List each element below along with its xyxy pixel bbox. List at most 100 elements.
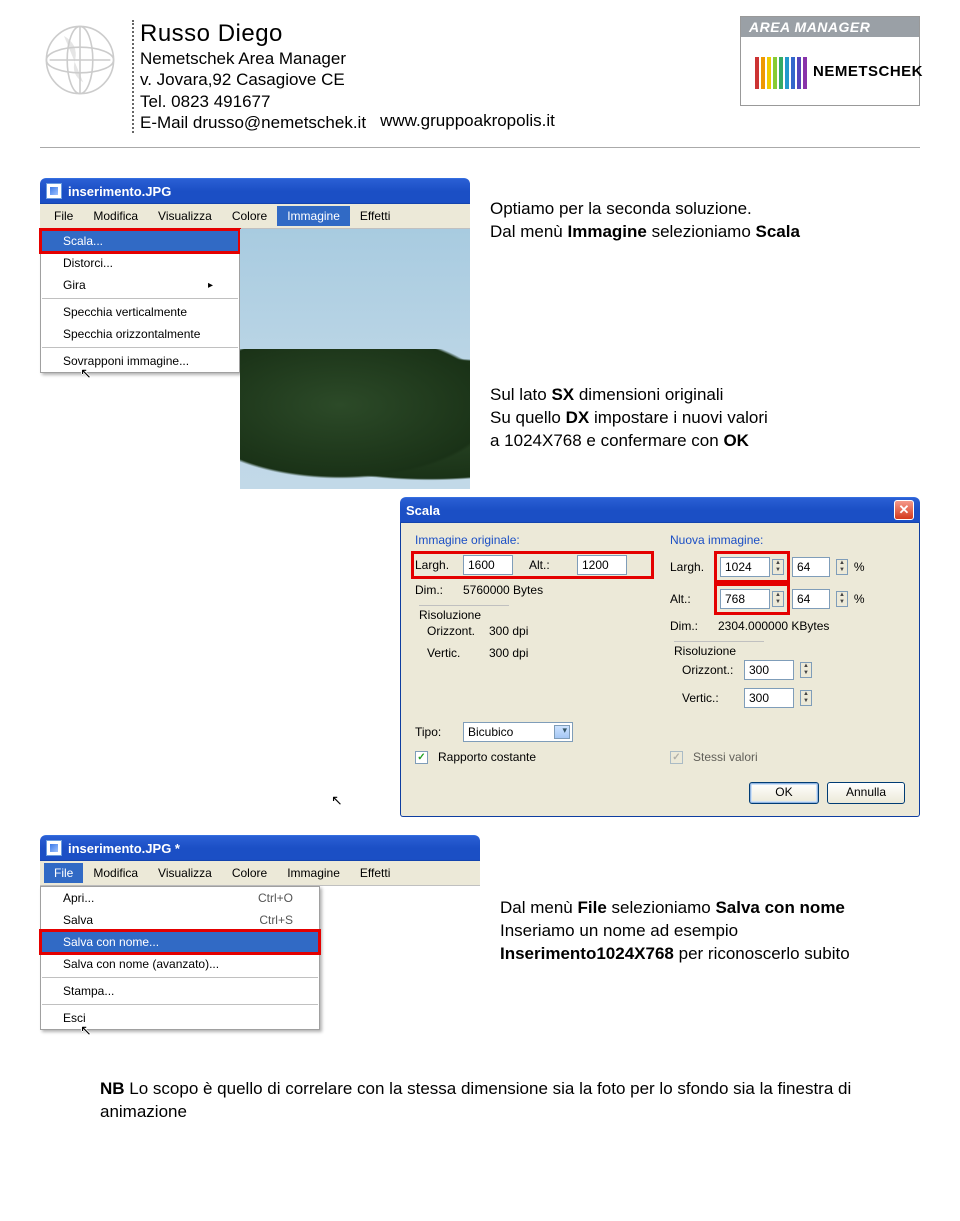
menubar-item[interactable]: Immagine <box>277 206 350 226</box>
close-icon[interactable]: ✕ <box>894 500 914 520</box>
contact-role: Nemetschek Area Manager <box>140 48 366 69</box>
menu-separator <box>42 977 318 978</box>
menubar-item[interactable]: Immagine <box>277 863 350 883</box>
spinner-icon[interactable]: ▲▼ <box>772 559 784 575</box>
menu-item[interactable]: Specchia orizzontalmente <box>41 323 239 345</box>
screenshot-scala-dialog: Scala ✕ Immagine originale: Largh. 1600 … <box>400 497 920 817</box>
menu-item-label: Salva con nome... <box>63 935 159 949</box>
menu-item[interactable]: Salva Ctrl+S <box>41 909 319 931</box>
new-hres-field[interactable]: 300 <box>744 660 794 680</box>
type-select[interactable]: Bicubico <box>463 722 573 742</box>
instruction-line: Su quello DX impostare i nuovi valori <box>490 407 800 430</box>
instruction-line: Dal menù Immagine selezioniamo Scala <box>490 221 800 244</box>
globe-icon <box>40 20 120 100</box>
menu-item-shortcut: Ctrl+S <box>259 913 293 927</box>
brand-logo: AREA MANAGER NEMETSCHEK <box>740 16 920 106</box>
resolution-label: Risoluzione <box>419 605 509 622</box>
menu-item-label: Apri... <box>63 891 94 905</box>
menu-item-label: Salva con nome (avanzato)... <box>63 957 219 971</box>
page-header: Russo Diego Nemetschek Area Manager v. J… <box>0 0 960 143</box>
menubar-item[interactable]: Modifica <box>83 863 148 883</box>
contact-info: Russo Diego Nemetschek Area Manager v. J… <box>132 20 366 133</box>
menu-item-label: Scala... <box>63 234 103 248</box>
new-width-field[interactable]: 1024 <box>720 557 770 577</box>
menubar-item[interactable]: File <box>44 206 83 226</box>
new-height-field[interactable]: 768 <box>720 589 770 609</box>
window-title: inserimento.JPG <box>68 184 464 199</box>
cursor-icon: ↖ <box>331 792 343 809</box>
instruction-3: Dal menù File selezioniamo Salva con nom… <box>500 827 850 966</box>
new-bytes: 2304.000000 KBytes <box>718 619 829 633</box>
menu-item-label: Sovrapponi immagine... <box>63 354 189 368</box>
menu-item-label: Gira <box>63 278 86 292</box>
logo-tag: AREA MANAGER <box>741 17 919 37</box>
instruction-line: Optiamo per la seconda soluzione. <box>490 198 800 221</box>
footnote: NB Lo scopo è quello di correlare con la… <box>0 1038 960 1164</box>
menu-item[interactable]: Apri... Ctrl+O <box>41 887 319 909</box>
spinner-icon[interactable]: ▲▼ <box>800 662 812 678</box>
cancel-button[interactable]: Annulla <box>827 782 905 804</box>
original-dimensions-row: Largh. 1600 Alt.: 1200 <box>415 555 650 575</box>
menu-item[interactable]: Scala... <box>41 230 239 252</box>
menubar-item[interactable]: Visualizza <box>148 863 222 883</box>
group-label: Immagine originale: <box>415 533 650 547</box>
same-values-label: Stessi valori <box>693 750 758 764</box>
screenshot-file-menu: inserimento.JPG * FileModificaVisualizza… <box>40 835 480 1030</box>
menu-item-label: Specchia verticalmente <box>63 305 187 319</box>
dialog-titlebar: Scala ✕ <box>400 497 920 523</box>
menu-item[interactable]: Distorci... <box>41 252 239 274</box>
ratio-checkbox[interactable]: ✓ <box>415 751 428 764</box>
dialog-title: Scala <box>406 503 894 518</box>
menu-item[interactable]: Salva con nome... <box>41 931 319 953</box>
new-image-group: Nuova immagine: Largh. 1024 ▲▼ 64 ▲▼ % A… <box>670 533 905 716</box>
new-width-pct-field[interactable]: 64 <box>792 557 830 577</box>
ratio-label: Rapporto costante <box>438 750 536 764</box>
spinner-icon[interactable]: ▲▼ <box>836 591 848 607</box>
window-titlebar: inserimento.JPG <box>40 178 470 204</box>
menubar-item[interactable]: Modifica <box>83 206 148 226</box>
menu-item-label: Specchia orizzontalmente <box>63 327 200 341</box>
menu-separator <box>42 1004 318 1005</box>
logo-bars-icon <box>755 53 807 89</box>
new-vres-field[interactable]: 300 <box>744 688 794 708</box>
new-height-pct-field[interactable]: 64 <box>792 589 830 609</box>
menubar: FileModificaVisualizzaColoreImmagineEffe… <box>40 861 480 886</box>
photo-preview <box>240 229 470 489</box>
menu-item[interactable]: Sovrapponi immagine... <box>41 350 239 372</box>
original-width-field[interactable]: 1600 <box>463 555 513 575</box>
spinner-icon[interactable]: ▲▼ <box>836 559 848 575</box>
instruction-line: Inseriamo un nome ad esempio <box>500 920 850 943</box>
group-label: Nuova immagine: <box>670 533 905 547</box>
menubar-item[interactable]: Colore <box>222 206 277 226</box>
menubar-item[interactable]: Effetti <box>350 863 400 883</box>
menubar-item[interactable]: File <box>44 863 83 883</box>
ok-button[interactable]: OK <box>749 782 819 804</box>
menubar: FileModificaVisualizzaColoreImmagineEffe… <box>40 204 470 229</box>
menu-item[interactable]: Salva con nome (avanzato)... <box>41 953 319 975</box>
menu-item-label: Stampa... <box>63 984 114 998</box>
contact-tel: Tel. 0823 491677 <box>140 91 366 112</box>
menu-item[interactable]: Specchia verticalmente <box>41 301 239 323</box>
spinner-icon[interactable]: ▲▼ <box>772 591 784 607</box>
dropdown-file: Apri... Ctrl+O Salva Ctrl+S Salva con nome..… <box>40 886 320 1030</box>
original-height-field[interactable]: 1200 <box>577 555 627 575</box>
spinner-icon[interactable]: ▲▼ <box>800 690 812 706</box>
menu-item[interactable]: Stampa... <box>41 980 319 1002</box>
contact-address: v. Jovara,92 Casagiove CE <box>140 69 366 90</box>
original-vres: 300 dpi <box>489 646 528 660</box>
menu-item[interactable]: Gira <box>41 274 239 296</box>
contact-email: E-Mail drusso@nemetschek.it <box>140 112 366 133</box>
menubar-item[interactable]: Colore <box>222 863 277 883</box>
menubar-item[interactable]: Visualizza <box>148 206 222 226</box>
dropdown-immagine: Scala... Distorci... Gira Specchia vertical… <box>40 229 240 373</box>
instruction-1: Optiamo per la seconda soluzione. Dal me… <box>490 178 800 453</box>
menu-item-label: Distorci... <box>63 256 113 270</box>
header-divider <box>40 147 920 148</box>
original-bytes: 5760000 Bytes <box>463 583 543 597</box>
menu-item-label: Salva <box>63 913 93 927</box>
menu-separator <box>42 298 238 299</box>
menubar-item[interactable]: Effetti <box>350 206 400 226</box>
original-hres: 300 dpi <box>489 624 528 638</box>
menu-item-shortcut: Ctrl+O <box>258 891 293 905</box>
menu-item[interactable]: Esci <box>41 1007 319 1029</box>
